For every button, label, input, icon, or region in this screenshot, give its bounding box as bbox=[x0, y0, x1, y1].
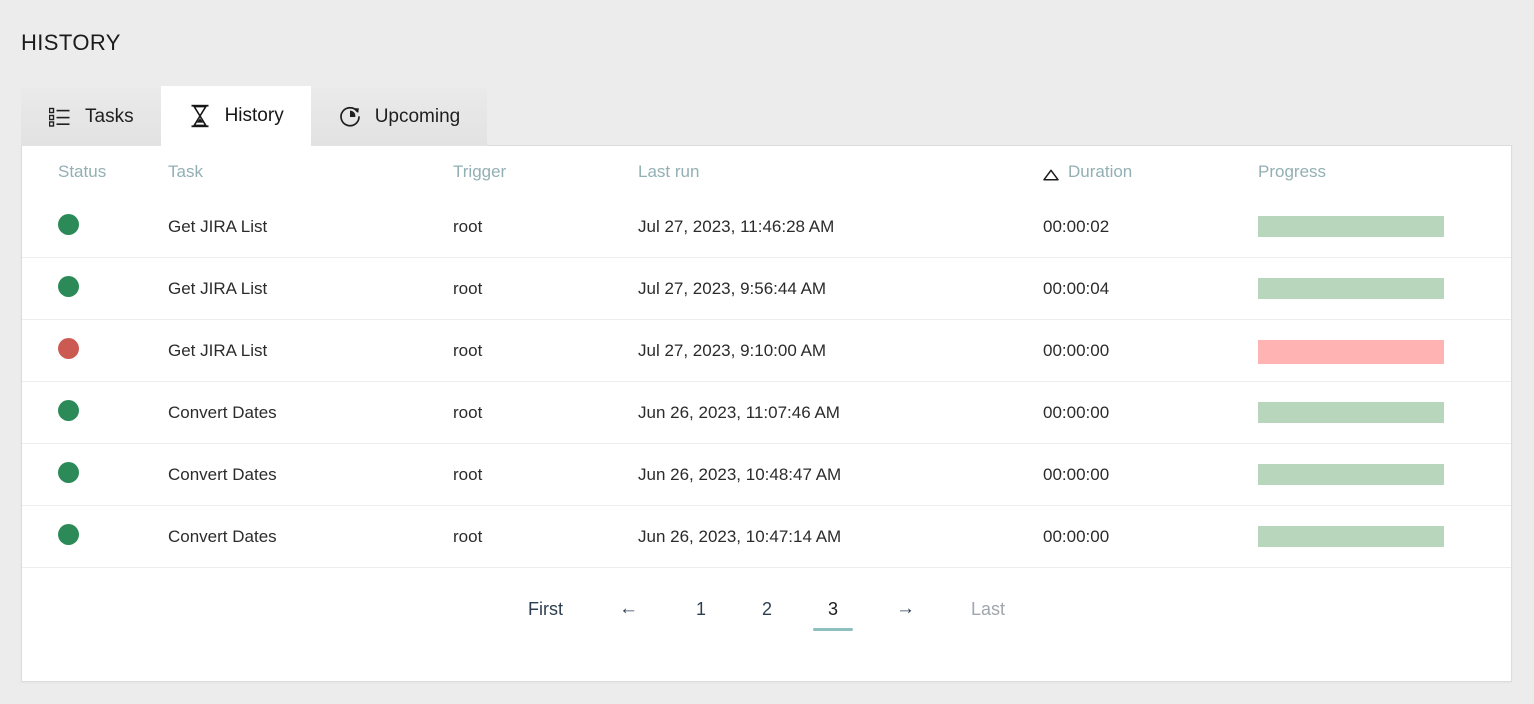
tab-upcoming-label: Upcoming bbox=[375, 106, 461, 128]
column-header-status[interactable]: Status bbox=[22, 146, 168, 196]
cell-last-run: Jun 26, 2023, 10:47:14 AM bbox=[638, 506, 1043, 568]
cell-duration: 00:00:00 bbox=[1043, 382, 1258, 444]
cell-progress bbox=[1258, 382, 1511, 444]
status-success-icon bbox=[58, 214, 79, 235]
table-row[interactable]: Convert DatesrootJun 26, 2023, 10:48:47 … bbox=[22, 444, 1511, 506]
tab-upcoming[interactable]: Upcoming bbox=[311, 88, 488, 146]
progress-bar-fill bbox=[1258, 216, 1444, 237]
hourglass-icon bbox=[188, 104, 212, 128]
table-header-row: Status Task Trigger Last run bbox=[22, 146, 1511, 196]
cell-task: Convert Dates bbox=[168, 506, 453, 568]
cell-trigger: root bbox=[453, 444, 638, 506]
cell-task: Get JIRA List bbox=[168, 258, 453, 320]
column-header-progress-label: Progress bbox=[1258, 162, 1326, 182]
cell-status bbox=[22, 506, 168, 568]
progress-bar-fill bbox=[1258, 340, 1444, 364]
table-row[interactable]: Get JIRA ListrootJul 27, 2023, 9:56:44 A… bbox=[22, 258, 1511, 320]
column-header-status-label: Status bbox=[58, 162, 106, 182]
table-row[interactable]: Get JIRA ListrootJul 27, 2023, 11:46:28 … bbox=[22, 196, 1511, 258]
cell-progress bbox=[1258, 320, 1511, 382]
triangle-up-icon[interactable] bbox=[1043, 166, 1059, 178]
pagination: First ← 1 2 3 → Last bbox=[22, 590, 1511, 628]
table-row[interactable]: Convert DatesrootJun 26, 2023, 10:47:14 … bbox=[22, 506, 1511, 568]
cell-progress bbox=[1258, 258, 1511, 320]
cell-trigger: root bbox=[453, 320, 638, 382]
pagination-prev[interactable]: ← bbox=[615, 590, 642, 628]
cell-duration: 00:00:04 bbox=[1043, 258, 1258, 320]
tab-bar: Tasks History Upcoming bbox=[21, 88, 487, 146]
cell-task: Convert Dates bbox=[168, 382, 453, 444]
status-failure-icon bbox=[58, 338, 79, 359]
progress-bar-track bbox=[1258, 526, 1444, 547]
cell-duration: 00:00:00 bbox=[1043, 444, 1258, 506]
cell-trigger: root bbox=[453, 506, 638, 568]
page-title: HISTORY bbox=[21, 27, 121, 59]
pagination-next[interactable]: → bbox=[892, 590, 919, 628]
cell-last-run: Jun 26, 2023, 11:07:46 AM bbox=[638, 382, 1043, 444]
status-success-icon bbox=[58, 276, 79, 297]
cell-trigger: root bbox=[453, 382, 638, 444]
cell-duration: 00:00:00 bbox=[1043, 506, 1258, 568]
cell-task: Get JIRA List bbox=[168, 196, 453, 258]
table-body: Get JIRA ListrootJul 27, 2023, 11:46:28 … bbox=[22, 196, 1511, 568]
cell-status bbox=[22, 382, 168, 444]
cell-last-run: Jul 27, 2023, 9:10:00 AM bbox=[638, 320, 1043, 382]
column-header-duration-label: Duration bbox=[1068, 162, 1132, 182]
cell-task: Convert Dates bbox=[168, 444, 453, 506]
tab-history-label: History bbox=[225, 105, 284, 127]
pagination-page-3[interactable]: 3 bbox=[822, 590, 844, 628]
progress-bar-fill bbox=[1258, 464, 1444, 485]
progress-bar-track bbox=[1258, 464, 1444, 485]
cell-duration: 00:00:02 bbox=[1043, 196, 1258, 258]
cell-trigger: root bbox=[453, 258, 638, 320]
column-header-duration[interactable]: Duration bbox=[1043, 146, 1258, 196]
cell-duration: 00:00:00 bbox=[1043, 320, 1258, 382]
column-header-last-run-label: Last run bbox=[638, 162, 699, 182]
cell-last-run: Jul 27, 2023, 9:56:44 AM bbox=[638, 258, 1043, 320]
cell-status bbox=[22, 196, 168, 258]
history-table: Status Task Trigger Last run bbox=[22, 146, 1511, 568]
pagination-first[interactable]: First bbox=[524, 590, 567, 628]
column-header-task[interactable]: Task bbox=[168, 146, 453, 196]
cell-progress bbox=[1258, 196, 1511, 258]
progress-bar-track bbox=[1258, 402, 1444, 423]
progress-bar-fill bbox=[1258, 278, 1444, 299]
cell-last-run: Jul 27, 2023, 11:46:28 AM bbox=[638, 196, 1043, 258]
tab-tasks[interactable]: Tasks bbox=[21, 88, 161, 146]
column-header-progress[interactable]: Progress bbox=[1258, 146, 1511, 196]
list-icon bbox=[48, 105, 72, 129]
clock-refresh-icon bbox=[338, 105, 362, 129]
history-card: Status Task Trigger Last run bbox=[21, 145, 1512, 682]
status-success-icon bbox=[58, 400, 79, 421]
progress-bar-track bbox=[1258, 340, 1444, 361]
status-success-icon bbox=[58, 524, 79, 545]
table-row[interactable]: Get JIRA ListrootJul 27, 2023, 9:10:00 A… bbox=[22, 320, 1511, 382]
cell-status bbox=[22, 444, 168, 506]
table-header: Status Task Trigger Last run bbox=[22, 146, 1511, 196]
progress-bar-fill bbox=[1258, 402, 1444, 423]
cell-last-run: Jun 26, 2023, 10:48:47 AM bbox=[638, 444, 1043, 506]
progress-bar-track bbox=[1258, 278, 1444, 299]
pagination-page-2[interactable]: 2 bbox=[756, 590, 778, 628]
pagination-page-1[interactable]: 1 bbox=[690, 590, 712, 628]
cell-status bbox=[22, 320, 168, 382]
column-header-trigger-label: Trigger bbox=[453, 162, 506, 182]
tab-tasks-label: Tasks bbox=[85, 106, 134, 128]
cell-status bbox=[22, 258, 168, 320]
column-header-last-run[interactable]: Last run bbox=[638, 146, 1043, 196]
pagination-last[interactable]: Last bbox=[967, 590, 1009, 628]
cell-progress bbox=[1258, 444, 1511, 506]
cell-task: Get JIRA List bbox=[168, 320, 453, 382]
status-success-icon bbox=[58, 462, 79, 483]
column-header-task-label: Task bbox=[168, 162, 203, 182]
progress-bar-fill bbox=[1258, 526, 1444, 547]
cell-trigger: root bbox=[453, 196, 638, 258]
cell-progress bbox=[1258, 506, 1511, 568]
progress-bar-track bbox=[1258, 216, 1444, 237]
table-row[interactable]: Convert DatesrootJun 26, 2023, 11:07:46 … bbox=[22, 382, 1511, 444]
tab-history[interactable]: History bbox=[161, 86, 311, 146]
column-header-trigger[interactable]: Trigger bbox=[453, 146, 638, 196]
